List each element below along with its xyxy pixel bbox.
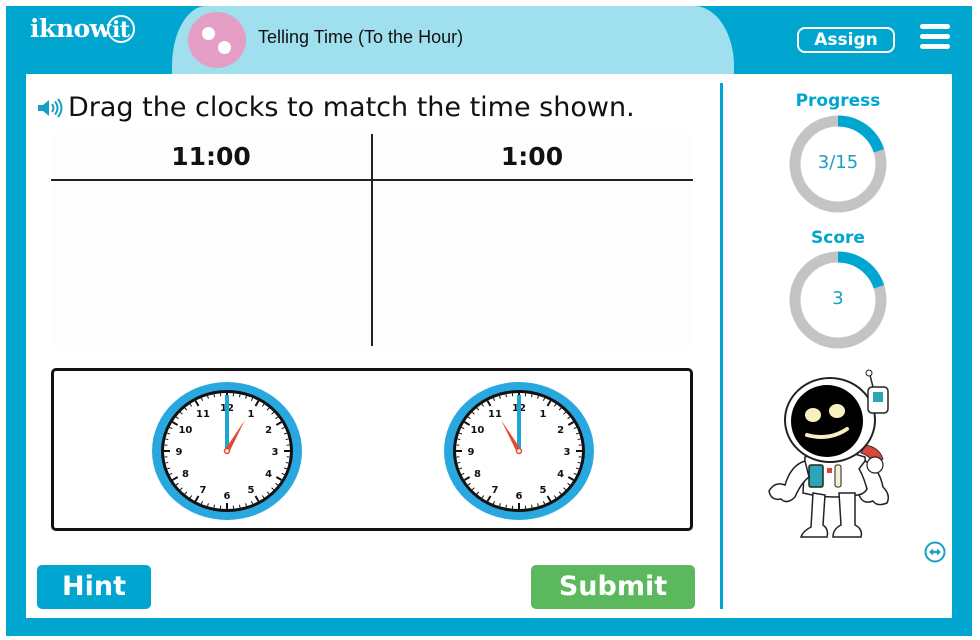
column-header-11: 11:00 bbox=[171, 142, 251, 171]
clock-tick bbox=[457, 438, 461, 441]
clock-tick bbox=[238, 504, 241, 508]
menu-bar bbox=[920, 44, 950, 49]
clock-number: 9 bbox=[176, 447, 183, 458]
clock-tick bbox=[505, 394, 508, 398]
clock-tick bbox=[165, 438, 169, 441]
column-header-1: 1:00 bbox=[500, 142, 564, 171]
column-divider-line bbox=[371, 134, 373, 346]
score-value: 3 bbox=[832, 288, 844, 309]
clock-number: 4 bbox=[265, 469, 272, 480]
iknowit-logo[interactable]: iknowit bbox=[30, 14, 135, 45]
clock-number: 2 bbox=[557, 425, 564, 436]
submit-button[interactable]: Submit bbox=[531, 565, 695, 609]
lesson-category-icon bbox=[188, 12, 246, 68]
astronaut-mascot bbox=[768, 369, 890, 538]
clock-number: 1 bbox=[540, 409, 547, 420]
clock-tick bbox=[577, 461, 581, 464]
assign-button[interactable]: Assign bbox=[797, 27, 895, 53]
score-ring: 3 bbox=[788, 250, 888, 350]
hamburger-menu-icon[interactable] bbox=[920, 24, 950, 50]
clock-number: 6 bbox=[516, 491, 523, 502]
progress-ring: 3/15 bbox=[788, 114, 888, 214]
expand-arrows-icon[interactable] bbox=[924, 541, 946, 563]
score-label: Score bbox=[811, 228, 865, 248]
clock-tick bbox=[213, 394, 216, 398]
clock-number: 2 bbox=[265, 425, 272, 436]
clock-tick bbox=[285, 461, 289, 464]
progress-value: 3/15 bbox=[817, 152, 859, 173]
icon-dot bbox=[202, 27, 215, 40]
clock-tick bbox=[213, 504, 216, 508]
instruction-text: Drag the clocks to match the time shown. bbox=[68, 92, 635, 123]
clock-face: 121234567891011 bbox=[444, 382, 594, 520]
clock-number: 3 bbox=[564, 447, 571, 458]
clock-face: 121234567891011 bbox=[152, 382, 302, 520]
logo-bulb-text: it bbox=[111, 16, 130, 43]
icon-dot bbox=[218, 41, 231, 54]
clock-number: 10 bbox=[178, 425, 192, 436]
drop-zone-11[interactable] bbox=[51, 182, 369, 346]
sidebar-divider bbox=[720, 83, 723, 609]
clock-number: 5 bbox=[540, 485, 547, 496]
clock-tick bbox=[285, 438, 289, 441]
lesson-title: Telling Time (To the Hour) bbox=[258, 27, 464, 47]
clock-tick bbox=[165, 461, 169, 464]
clock-number: 8 bbox=[474, 469, 481, 480]
speaker-icon[interactable] bbox=[36, 97, 64, 118]
clock-number: 5 bbox=[248, 485, 255, 496]
clock-tick bbox=[457, 461, 461, 464]
lightbulb-icon: it bbox=[106, 14, 135, 43]
clock-center-pin bbox=[515, 447, 523, 455]
hint-button[interactable]: Hint bbox=[37, 565, 151, 609]
draggable-clock-2[interactable]: 121234567891011 bbox=[443, 381, 595, 521]
clock-number: 7 bbox=[492, 485, 499, 496]
clock-number: 1 bbox=[248, 409, 255, 420]
menu-bar bbox=[920, 34, 950, 39]
sorting-table: 11:00 1:00 bbox=[51, 134, 693, 346]
drop-zone-1[interactable] bbox=[374, 182, 692, 346]
clock-tick bbox=[530, 504, 533, 508]
clock-tick bbox=[577, 438, 581, 441]
progress-label: Progress bbox=[795, 91, 881, 111]
menu-bar bbox=[920, 24, 950, 29]
clock-center-pin bbox=[223, 447, 231, 455]
clock-number: 7 bbox=[200, 485, 207, 496]
clock-number: 10 bbox=[470, 425, 484, 436]
clock-number: 9 bbox=[468, 447, 475, 458]
clock-tray: 121234567891011 121234567891011 bbox=[51, 368, 693, 531]
clock-tick bbox=[238, 394, 241, 398]
clock-number: 6 bbox=[224, 491, 231, 502]
clock-tick bbox=[530, 394, 533, 398]
logo-text: iknow bbox=[30, 14, 111, 43]
clock-number: 3 bbox=[272, 447, 279, 458]
clock-number: 11 bbox=[196, 409, 210, 420]
draggable-clock-1[interactable]: 121234567891011 bbox=[151, 381, 303, 521]
clock-number: 4 bbox=[557, 469, 564, 480]
clock-number: 8 bbox=[182, 469, 189, 480]
instruction: Drag the clocks to match the time shown. bbox=[36, 92, 635, 123]
clock-tick bbox=[505, 504, 508, 508]
clock-number: 11 bbox=[488, 409, 502, 420]
